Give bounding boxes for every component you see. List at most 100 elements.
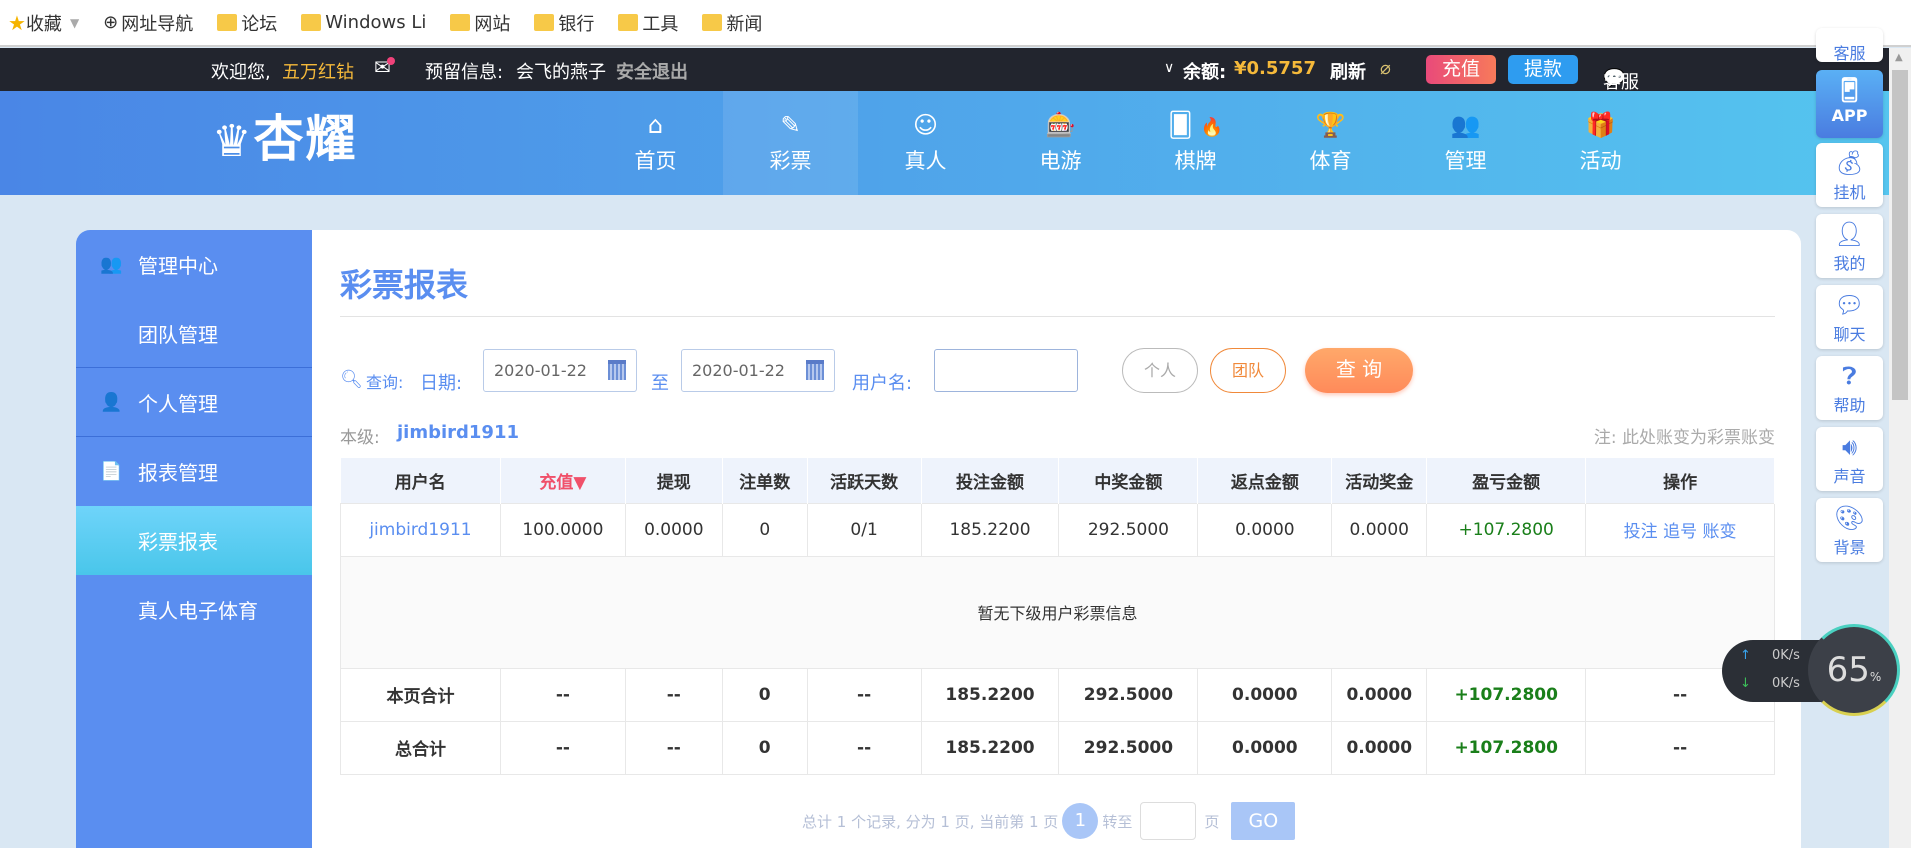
fire-icon: 🔥 <box>1200 117 1223 138</box>
balance-label: 余额: <box>1183 62 1227 83</box>
col-rebate: 返点金额 <box>1197 458 1333 503</box>
cell: -- <box>624 667 723 722</box>
auto-bet-button[interactable]: 💰︎ 挂机 <box>1816 143 1883 207</box>
col-deposit-sort[interactable]: 充值▼ <box>500 458 626 503</box>
scroll-up-icon[interactable]: ▲ <box>1895 52 1903 63</box>
bookmark-favorites[interactable]: ★ 收藏 ▼ <box>8 10 79 36</box>
reserved-value: 会飞的燕子 <box>516 62 606 83</box>
cell: 0 <box>721 667 808 722</box>
date-from-input[interactable]: 2020-01-22 <box>483 349 637 392</box>
cell: -- <box>1585 720 1775 775</box>
bookmark-folder[interactable]: 新闻 <box>702 10 762 36</box>
chat-button[interactable]: 💬︎ 聊天 <box>1816 285 1883 349</box>
bookmark-folder[interactable]: Windows Li <box>301 12 426 33</box>
users-icon: 👥 <box>1450 111 1481 139</box>
logo[interactable]: ♛杏耀 <box>212 99 357 171</box>
to-label: 至 <box>651 373 669 394</box>
cell: 0.0000 <box>624 502 723 557</box>
folder-icon <box>301 14 322 31</box>
table-row: jimbird1911 100.0000 0.0000 0 0/1 185.22… <box>340 502 1775 557</box>
row-label: 本页合计 <box>340 667 501 722</box>
calendar-icon[interactable] <box>608 360 626 380</box>
bookmark-folder[interactable]: 银行 <box>534 10 594 36</box>
nav-chess[interactable]: 🂠 🔥 棋牌 <box>1128 91 1263 195</box>
date-to-input[interactable]: 2020-01-22 <box>681 349 835 392</box>
date-label: 日期: <box>420 373 463 394</box>
go-button[interactable]: GO <box>1231 802 1296 840</box>
nav-slots[interactable]: 🎰 电游 <box>993 91 1128 195</box>
download-icon: ↓ <box>1740 676 1751 691</box>
refresh-link[interactable]: 刷新 <box>1330 58 1366 84</box>
mine-button[interactable]: 👤︎ 我的 <box>1816 214 1883 278</box>
nav-manage[interactable]: 👥 管理 <box>1398 91 1533 195</box>
sidebar-item-management-center[interactable]: 👥 管理中心 <box>76 230 312 299</box>
search-button[interactable]: 查 询 <box>1305 348 1413 393</box>
nav-activity[interactable]: 🎁 活动 <box>1533 91 1668 195</box>
chevron-down-icon[interactable]: ∨ <box>1164 60 1174 76</box>
cell: 0 <box>721 502 808 557</box>
nav-lottery[interactable]: ✎ 彩票 <box>723 91 858 195</box>
account-change-link[interactable]: 账变 <box>1702 522 1736 542</box>
col-withdraw: 提现 <box>625 458 723 503</box>
memory-gauge[interactable]: 65% <box>1808 624 1900 716</box>
sound-button[interactable]: 🔊︎ 声音 <box>1816 427 1883 491</box>
cell: 292.5000 <box>1058 667 1199 722</box>
bet-link[interactable]: 投注 <box>1624 522 1658 542</box>
nav-sports[interactable]: 🏆 体育 <box>1263 91 1398 195</box>
eye-hidden-icon[interactable]: ⌀ <box>1380 58 1391 79</box>
document-icon: 📄 <box>100 461 123 482</box>
username[interactable]: 五万红钻 <box>282 58 354 84</box>
row-label: 总合计 <box>340 720 501 775</box>
bookmark-folder[interactable]: 论坛 <box>217 10 277 36</box>
sidebar: 👥 管理中心 团队管理 👤 个人管理 📄 报表管理 彩票报表 真人电子体育 <box>76 230 312 848</box>
cell: 185.2200 <box>920 720 1060 775</box>
username-label: 用户名: <box>852 373 913 394</box>
page-1-button[interactable]: 1 <box>1062 803 1099 839</box>
calendar-icon[interactable] <box>806 360 824 380</box>
background-button[interactable]: 🎨︎ 背景 <box>1816 498 1883 562</box>
sidebar-item-team[interactable]: 团队管理 <box>76 299 312 368</box>
deposit-button[interactable]: 充值 <box>1426 55 1496 84</box>
logout-link[interactable]: 安全退出 <box>616 58 688 84</box>
team-button[interactable]: 团队 <box>1210 348 1286 393</box>
nav-live[interactable]: ☺ 真人 <box>858 91 993 195</box>
cell: -- <box>806 667 922 722</box>
cell: 292.5000 <box>1058 502 1199 557</box>
gift-icon: 🎁 <box>1585 111 1616 139</box>
sidebar-item-reports[interactable]: 📄 报表管理 <box>76 437 312 506</box>
app-button[interactable]: 📱︎ APP <box>1816 70 1883 138</box>
cell: 0.0000 <box>1197 502 1333 557</box>
mail-icon[interactable]: ✉ <box>374 55 395 79</box>
bookmark-folder[interactable]: 网站 <box>450 10 510 36</box>
main-panel: 彩票报表 🔍︎ 查询: 日期: 2020-01-22 至 2020-01-22 … <box>312 230 1801 848</box>
slot-machine-icon: 🎰 <box>1045 111 1076 139</box>
sidebar-item-lottery-report[interactable]: 彩票报表 <box>76 506 312 575</box>
live-dealer-icon: ☺ <box>912 111 939 139</box>
goto-label: 转至 <box>1102 812 1133 831</box>
cell: -- <box>806 720 922 775</box>
palette-icon: 🎨︎ <box>1834 504 1865 532</box>
users-icon: 👥 <box>100 254 123 275</box>
goto-page-input[interactable] <box>1140 802 1197 840</box>
cell: 0/1 <box>806 502 922 557</box>
bookmark-nav[interactable]: ⊕ 网址导航 <box>103 10 193 36</box>
welcome-text: 欢迎您, <box>211 62 271 83</box>
level-user-link[interactable]: jimbird1911 <box>397 422 519 443</box>
service-button[interactable]: 客服 <box>1816 28 1883 63</box>
scrollbar[interactable]: ▲ <box>1889 48 1911 848</box>
star-icon: ★ <box>8 10 26 35</box>
bookmark-folder[interactable]: 工具 <box>618 10 678 36</box>
scrollbar-thumb[interactable] <box>1892 70 1908 400</box>
cell: 0.0000 <box>1331 720 1428 775</box>
user-icon: 👤︎ <box>1834 220 1865 248</box>
personal-button[interactable]: 个人 <box>1122 348 1198 393</box>
user-link[interactable]: jimbird1911 <box>340 502 501 557</box>
withdraw-button[interactable]: 提款 <box>1508 55 1578 84</box>
nav-home[interactable]: ⌂ 首页 <box>588 91 723 195</box>
sidebar-item-live-report[interactable]: 真人电子体育 <box>76 575 312 644</box>
help-button[interactable]: ❓︎ 帮助 <box>1816 356 1883 420</box>
reserved-label: 预留信息: <box>425 62 504 83</box>
chase-link[interactable]: 追号 <box>1663 522 1697 542</box>
username-input[interactable] <box>934 349 1078 392</box>
sidebar-item-personal[interactable]: 👤 个人管理 <box>76 368 312 437</box>
